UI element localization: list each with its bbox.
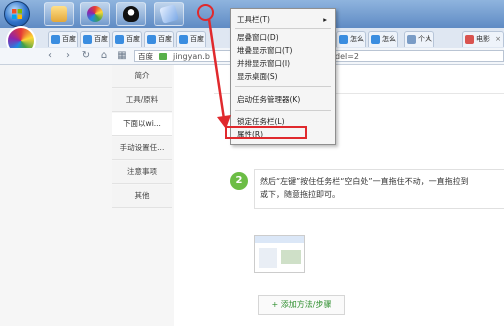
step-screenshot-thumbnail[interactable] <box>254 235 305 273</box>
baidu-favicon-icon <box>179 35 188 44</box>
browser-tab[interactable]: 百度 × <box>48 31 78 47</box>
close-icon[interactable]: × <box>425 32 431 46</box>
forward-icon[interactable]: › <box>62 50 74 62</box>
red-arrow-annotation <box>207 18 231 129</box>
baidu-favicon-icon <box>115 35 124 44</box>
toc-item[interactable]: 简介 <box>112 65 172 88</box>
step-text-line2: 或下，随意拖拉即可。 <box>260 190 340 199</box>
browser-tab[interactable]: 怎么 × <box>336 31 366 47</box>
menu-item-show-desktop[interactable]: 显示桌面(S) <box>231 70 335 83</box>
pinwheel-icon <box>87 6 103 22</box>
taskbar-context-menu: 工具栏(T) ▸ 层叠窗口(D) 堆叠显示窗口(T) 并排显示窗口(I) 显示桌… <box>225 8 336 145</box>
qq-penguin-icon <box>123 6 139 22</box>
menu-separator <box>235 86 331 87</box>
close-icon[interactable]: × <box>101 32 107 46</box>
browser-tab[interactable]: 电影 × <box>462 31 504 47</box>
step-number-badge: 2 <box>230 172 248 190</box>
thumbnail-sidebar <box>259 248 277 268</box>
taskbar-explorer-button[interactable] <box>44 2 74 26</box>
menu-separator <box>235 110 331 111</box>
taskbar-notepad-button[interactable] <box>154 2 184 26</box>
baidu-favicon-icon <box>51 35 60 44</box>
refresh-icon[interactable]: ↻ <box>80 50 92 62</box>
bookmark-label[interactable]: 百度 <box>138 51 153 62</box>
browser-tab[interactable]: 百度 × <box>144 31 174 47</box>
close-icon[interactable]: × <box>357 32 363 46</box>
windows-logo-icon <box>12 9 22 19</box>
browser-tab[interactable]: 个人 × <box>404 31 434 47</box>
url-end: del=2 <box>335 52 360 61</box>
browser-tab[interactable]: 百度 × <box>112 31 142 47</box>
add-method-button[interactable]: + 添加方法/步骤 <box>258 295 345 315</box>
baidu-favicon-icon <box>339 35 348 44</box>
baidu-favicon-icon <box>147 35 156 44</box>
movie-favicon-icon <box>465 35 474 44</box>
menu-item-task-manager[interactable]: 启动任务管理器(K) <box>231 93 335 106</box>
close-icon[interactable]: × <box>165 32 171 46</box>
menu-item-side-by-side[interactable]: 并排显示窗口(I) <box>231 57 335 70</box>
browser-tab[interactable]: 怎么 × <box>368 31 398 47</box>
highlight-box <box>225 126 307 139</box>
menu-item-toolbars[interactable]: 工具栏(T) ▸ <box>231 13 335 26</box>
verified-icon <box>159 53 167 60</box>
toc-item[interactable]: 注意事项 <box>112 161 172 184</box>
toc-item[interactable]: 工具/原料 <box>112 89 172 112</box>
submenu-arrow-icon: ▸ <box>323 15 327 24</box>
user-favicon-icon <box>407 35 416 44</box>
toc-item[interactable]: 手动设置任... <box>112 137 172 160</box>
tab-label: 电影 <box>476 35 490 43</box>
grid-icon[interactable]: ▦ <box>116 50 128 62</box>
home-icon[interactable]: ⌂ <box>98 50 110 62</box>
close-icon[interactable]: × <box>389 32 395 46</box>
menu-item-stacked[interactable]: 堆叠显示窗口(T) <box>231 44 335 57</box>
step-text-line1: 然后“左键”按住任务栏“空白处”一直拖住不动，一直拖拉到 <box>260 177 469 186</box>
taskbar-qq-button[interactable] <box>116 2 146 26</box>
toc-item-active[interactable]: 下面以wi... <box>112 113 172 136</box>
baidu-favicon-icon <box>371 35 380 44</box>
close-icon[interactable]: × <box>495 32 501 46</box>
taskbar-media-button[interactable] <box>80 2 110 26</box>
back-icon[interactable]: ‹ <box>44 50 56 62</box>
browser-tab[interactable]: 百度 × <box>80 31 110 47</box>
thumbnail-image <box>281 250 301 264</box>
menu-item-cascade[interactable]: 层叠窗口(D) <box>231 31 335 44</box>
menu-item-label: 工具栏(T) <box>237 15 270 24</box>
menu-separator <box>235 28 331 29</box>
folder-icon <box>51 6 67 22</box>
close-icon[interactable]: × <box>133 32 139 46</box>
notepad-icon <box>159 4 179 24</box>
baidu-favicon-icon <box>83 35 92 44</box>
start-button[interactable] <box>4 1 30 27</box>
toc-item[interactable]: 其他 <box>112 185 172 208</box>
step-text-box: 然后“左键”按住任务栏“空白处”一直拖住不动，一直拖拉到 或下，随意拖拉即可。 <box>254 169 504 209</box>
close-icon[interactable]: × <box>69 32 75 46</box>
